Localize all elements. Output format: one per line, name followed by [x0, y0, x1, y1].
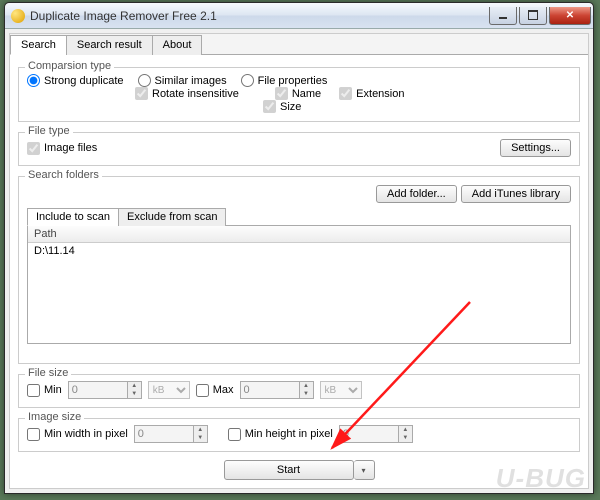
tab-search-result[interactable]: Search result: [66, 35, 153, 55]
check-max-filesize[interactable]: Max: [196, 384, 234, 397]
imagesize-group: Image size Min width in pixel ▲▼ Min hei…: [18, 418, 580, 452]
imagesize-legend: Image size: [25, 411, 84, 423]
add-folder-button[interactable]: Add folder...: [376, 185, 457, 203]
check-min-height[interactable]: Min height in pixel: [228, 428, 333, 441]
settings-button[interactable]: Settings...: [500, 139, 571, 157]
max-filesize-unit[interactable]: kB: [320, 381, 362, 399]
titlebar[interactable]: Duplicate Image Remover Free 2.1: [5, 3, 593, 29]
tab-search[interactable]: Search: [10, 35, 67, 55]
search-folders-legend: Search folders: [25, 169, 102, 181]
search-folders-group: Search folders Add folder... Add iTunes …: [18, 176, 580, 364]
comparison-group: Comparsion type Strong duplicate Similar…: [18, 67, 580, 122]
path-column-header[interactable]: Path: [28, 226, 570, 243]
check-name[interactable]: Name: [275, 87, 321, 100]
check-min-width[interactable]: Min width in pixel: [27, 428, 128, 441]
maximize-button[interactable]: [519, 7, 547, 25]
min-filesize-input[interactable]: ▲▼: [68, 381, 142, 399]
add-itunes-button[interactable]: Add iTunes library: [461, 185, 571, 203]
start-button[interactable]: Start: [224, 460, 354, 480]
min-height-input[interactable]: ▲▼: [339, 425, 413, 443]
path-list: Path D:\11.14: [27, 226, 571, 344]
app-icon: [11, 9, 25, 23]
filetype-group: File type Image files Settings...: [18, 132, 580, 166]
min-width-input[interactable]: ▲▼: [134, 425, 208, 443]
client-area: Search Search result About Comparsion ty…: [9, 33, 589, 489]
max-filesize-input[interactable]: ▲▼: [240, 381, 314, 399]
search-tab-body: Comparsion type Strong duplicate Similar…: [10, 55, 588, 488]
minimize-button[interactable]: [489, 7, 517, 25]
folder-subtabs: Include to scan Exclude from scan: [27, 207, 571, 226]
comparison-legend: Comparsion type: [25, 60, 114, 72]
window-title: Duplicate Image Remover Free 2.1: [30, 9, 489, 23]
filetype-legend: File type: [25, 125, 73, 137]
filesize-group: File size Min ▲▼ kB Max ▲▼ kB: [18, 374, 580, 408]
tab-about[interactable]: About: [152, 35, 203, 55]
watermark: U-BUG: [496, 463, 586, 494]
filesize-legend: File size: [25, 367, 71, 379]
check-rotate-insensitive[interactable]: Rotate insensitive: [135, 87, 239, 100]
app-window: Duplicate Image Remover Free 2.1 Search …: [4, 2, 594, 494]
subtab-include[interactable]: Include to scan: [27, 208, 119, 226]
check-image-files[interactable]: Image files: [27, 142, 97, 155]
check-size[interactable]: Size: [263, 100, 571, 113]
check-extension[interactable]: Extension: [339, 87, 404, 100]
start-dropdown-button[interactable]: [354, 460, 375, 480]
radio-similar-images[interactable]: Similar images: [138, 74, 227, 87]
radio-strong-duplicate[interactable]: Strong duplicate: [27, 74, 124, 87]
subtab-exclude[interactable]: Exclude from scan: [118, 208, 226, 226]
radio-file-properties[interactable]: File properties: [241, 74, 328, 87]
min-filesize-unit[interactable]: kB: [148, 381, 190, 399]
close-button[interactable]: [549, 7, 591, 25]
check-min-filesize[interactable]: Min: [27, 384, 62, 397]
main-tabstrip: Search Search result About: [10, 34, 588, 55]
path-rows[interactable]: D:\11.14: [28, 243, 570, 343]
path-row[interactable]: D:\11.14: [28, 243, 570, 259]
